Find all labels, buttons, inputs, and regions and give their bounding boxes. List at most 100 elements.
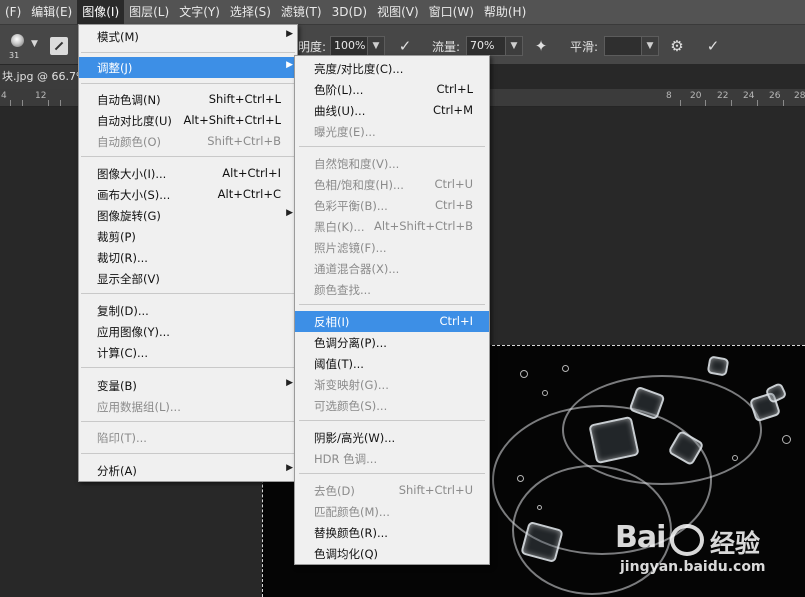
brush-preset-picker[interactable]: 31 bbox=[4, 31, 28, 61]
ice-cube bbox=[706, 355, 730, 377]
menu-separator bbox=[299, 473, 485, 474]
document-tab[interactable]: 块.jpg @ 66.7% bbox=[0, 65, 90, 89]
menu-item-exposure: 曝光度(E)... bbox=[295, 121, 489, 142]
menu-separator bbox=[81, 367, 295, 368]
menu-item-variables[interactable]: 变量(B) ▶ bbox=[79, 375, 297, 396]
ruler-tick bbox=[60, 100, 61, 106]
flow-field[interactable]: 70% bbox=[466, 36, 506, 56]
smoothing-field[interactable] bbox=[604, 36, 642, 56]
menu-item-crop[interactable]: 裁剪(P) bbox=[79, 226, 297, 247]
menu-item-label: 裁剪(P) bbox=[97, 230, 136, 244]
menu-item-equalize[interactable]: 色调均化(Q) bbox=[295, 543, 489, 564]
menu-item-curves[interactable]: 曲线(U)... Ctrl+M bbox=[295, 100, 489, 121]
menu-separator bbox=[81, 156, 295, 157]
menu-view[interactable]: 视图(V) bbox=[372, 0, 424, 24]
menu-item-image-rotation[interactable]: 图像旋转(G) ▶ bbox=[79, 205, 297, 226]
brush-settings-icon[interactable] bbox=[50, 37, 68, 55]
menu-item-color-balance: 色彩平衡(B)... Ctrl+B bbox=[295, 195, 489, 216]
menu-item-posterize[interactable]: 色调分离(P)... bbox=[295, 332, 489, 353]
menu-item-black-white: 黑白(K)... Alt+Shift+Ctrl+B bbox=[295, 216, 489, 237]
menu-type[interactable]: 文字(Y) bbox=[174, 0, 225, 24]
menu-image[interactable]: 图像(I) bbox=[77, 0, 125, 24]
menu-item-duplicate[interactable]: 复制(D)... bbox=[79, 300, 297, 321]
submenu-arrow-icon: ▶ bbox=[286, 208, 293, 218]
menu-item-canvas-size[interactable]: 画布大小(S)... Alt+Ctrl+C bbox=[79, 184, 297, 205]
menu-item-shadows-highlights[interactable]: 阴影/高光(W)... bbox=[295, 427, 489, 448]
submenu-arrow-icon: ▶ bbox=[286, 378, 293, 388]
watermark-url: jingyan.baidu.com bbox=[620, 559, 766, 575]
menu-item-label: 裁切(R)... bbox=[97, 251, 148, 265]
menu-item-shortcut: Shift+Ctrl+U bbox=[398, 483, 473, 497]
menu-item-shortcut: Shift+Ctrl+B bbox=[207, 134, 281, 148]
menu-item-trap: 陷印(T)... bbox=[79, 427, 297, 448]
water-drop bbox=[562, 365, 569, 372]
flow-dropdown-icon[interactable]: ▼ bbox=[506, 36, 523, 56]
ruler-label: 26 bbox=[769, 91, 781, 101]
menu-item-color-lookup: 颜色查找... bbox=[295, 279, 489, 300]
menu-layer[interactable]: 图层(L) bbox=[124, 0, 174, 24]
menu-item-hdr-toning: HDR 色调... bbox=[295, 448, 489, 469]
airbrush-icon[interactable]: ✦ bbox=[532, 37, 550, 55]
menu-item-label: 图像大小(I)... bbox=[97, 167, 167, 181]
menu-item-replace-color[interactable]: 替换颜色(R)... bbox=[295, 522, 489, 543]
menu-select[interactable]: 选择(S) bbox=[225, 0, 276, 24]
menu-item-shortcut: Alt+Ctrl+I bbox=[222, 166, 281, 180]
menu-help[interactable]: 帮助(H) bbox=[479, 0, 531, 24]
menu-item-shortcut: Shift+Ctrl+L bbox=[208, 92, 281, 106]
submenu-arrow-icon: ▶ bbox=[286, 29, 293, 39]
menu-item-apply-image[interactable]: 应用图像(Y)... bbox=[79, 321, 297, 342]
menu-item-label: 陷印(T)... bbox=[97, 431, 147, 445]
menu-item-label: 亮度/对比度(C)... bbox=[314, 62, 404, 76]
menu-item-auto-tone[interactable]: 自动色调(N) Shift+Ctrl+L bbox=[79, 89, 297, 110]
smoothing-dropdown-icon[interactable]: ▼ bbox=[642, 36, 659, 56]
menu-item-reveal-all[interactable]: 显示全部(V) bbox=[79, 268, 297, 289]
menu-item-image-size[interactable]: 图像大小(I)... Alt+Ctrl+I bbox=[79, 163, 297, 184]
menu-item-brightness-contrast[interactable]: 亮度/对比度(C)... bbox=[295, 58, 489, 79]
menu-item-label: 通道混合器(X)... bbox=[314, 262, 400, 276]
menu-item-label: 黑白(K)... bbox=[314, 220, 365, 234]
menu-separator bbox=[299, 146, 485, 147]
gear-icon[interactable]: ⚙ bbox=[668, 37, 686, 55]
menu-3d[interactable]: 3D(D) bbox=[327, 0, 372, 24]
menu-item-label: 替换颜色(R)... bbox=[314, 526, 388, 540]
menu-item-trim[interactable]: 裁切(R)... bbox=[79, 247, 297, 268]
opacity-field[interactable]: 100% bbox=[330, 36, 368, 56]
water-drop bbox=[517, 475, 524, 482]
menu-item-label: 阈值(T)... bbox=[314, 357, 364, 371]
brush-tip-icon bbox=[11, 34, 24, 47]
opacity-label: 明度: bbox=[298, 40, 327, 54]
opacity-dropdown-icon[interactable]: ▼ bbox=[368, 36, 385, 56]
menu-item-invert[interactable]: 反相(I) Ctrl+I bbox=[295, 311, 489, 332]
menu-item-adjustments[interactable]: 调整(J) ▶ bbox=[79, 57, 297, 78]
menu-item-hue-saturation: 色相/饱和度(H)... Ctrl+U bbox=[295, 174, 489, 195]
menu-item-levels[interactable]: 色阶(L)... Ctrl+L bbox=[295, 79, 489, 100]
pressure-size-icon[interactable]: ✓ bbox=[704, 37, 722, 55]
flow-label: 流量: bbox=[432, 40, 461, 54]
menu-separator bbox=[299, 420, 485, 421]
menu-item-label: 反相(I) bbox=[314, 315, 350, 329]
menu-item-analysis[interactable]: 分析(A) ▶ bbox=[79, 460, 297, 481]
menu-item-mode[interactable]: 模式(M) ▶ bbox=[79, 26, 297, 47]
menu-item-shortcut: Alt+Ctrl+C bbox=[217, 187, 281, 201]
menu-item-threshold[interactable]: 阈值(T)... bbox=[295, 353, 489, 374]
menu-item-auto-contrast[interactable]: 自动对比度(U) Alt+Shift+Ctrl+L bbox=[79, 110, 297, 131]
menu-item-calculations[interactable]: 计算(C)... bbox=[79, 342, 297, 363]
submenu-arrow-icon: ▶ bbox=[286, 60, 293, 70]
pressure-opacity-icon[interactable]: ✓ bbox=[396, 37, 414, 55]
menu-filter[interactable]: 滤镜(T) bbox=[276, 0, 327, 24]
menu-item-label: 计算(C)... bbox=[97, 346, 148, 360]
baidu-jingyan-watermark: Bai 经验 jingyan.baidu.com bbox=[612, 516, 782, 586]
menu-separator bbox=[81, 293, 295, 294]
menu-item-shortcut: Alt+Shift+Ctrl+B bbox=[374, 219, 473, 233]
menu-separator bbox=[81, 453, 295, 454]
menu-item-shortcut: Alt+Shift+Ctrl+L bbox=[183, 113, 282, 127]
menu-file[interactable]: (F) bbox=[0, 0, 26, 24]
chevron-down-icon[interactable]: ▼ bbox=[31, 39, 38, 49]
ruler-label: 4 bbox=[1, 91, 7, 101]
menu-item-auto-color: 自动颜色(O) Shift+Ctrl+B bbox=[79, 131, 297, 152]
menu-item-label: 色调均化(Q) bbox=[314, 547, 379, 561]
menu-edit[interactable]: 编辑(E) bbox=[26, 0, 77, 24]
menu-window[interactable]: 窗口(W) bbox=[424, 0, 479, 24]
menu-item-label: 去色(D) bbox=[314, 484, 355, 498]
ruler-label: 28 bbox=[794, 91, 805, 101]
